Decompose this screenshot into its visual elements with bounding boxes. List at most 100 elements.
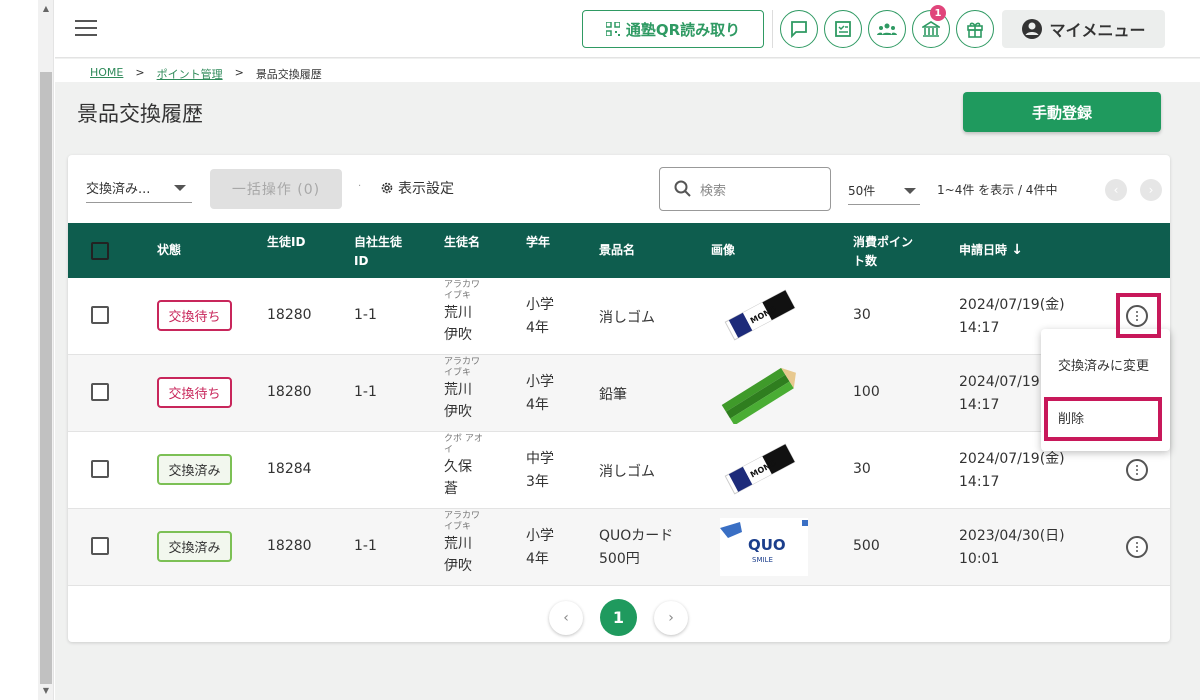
quo-card-image: QUO SMILE: [720, 518, 808, 576]
grade-cell: 小学 4年: [526, 294, 554, 340]
student-name-1: 久保: [444, 459, 472, 475]
student-kana-1: クボ アオ: [444, 434, 483, 444]
per-page-select[interactable]: 50件: [848, 177, 920, 205]
result-range-text: 1~4件 を表示 / 4件中: [937, 183, 1058, 197]
qr-code-icon: [605, 22, 620, 36]
prize-line-2: 500円: [599, 551, 640, 567]
chat-button[interactable]: [780, 10, 818, 48]
prize-line-1: 鉛筆: [599, 387, 627, 403]
student-kana-2: イブキ: [444, 368, 472, 378]
header-date-sort[interactable]: 申請日時 ↓: [959, 241, 1023, 260]
student-name-1: 荒川: [444, 536, 472, 552]
account-icon: [1022, 19, 1043, 39]
hamburger-menu-icon[interactable]: [75, 20, 97, 38]
top-bar: 通塾QR読み取り 1 マイメニュー: [55, 0, 1200, 58]
select-all-checkbox[interactable]: [91, 242, 109, 260]
row-action-menu: 交換済みに変更 削除: [1041, 329, 1170, 451]
student-name-2: 伊吹: [444, 558, 472, 574]
row-checkbox[interactable]: [91, 460, 109, 478]
prev-page-icon[interactable]: ‹: [1105, 179, 1127, 201]
breadcrumb-separator: >: [135, 66, 145, 79]
student-kana-2: イブキ: [444, 291, 472, 301]
bulk-action-button: 一括操作 (0): [210, 169, 342, 209]
header-grade: 学年: [526, 235, 551, 249]
status-filter-value: 交換済み...: [86, 182, 151, 197]
breadcrumb-points-link[interactable]: ポイント管理: [157, 66, 223, 82]
student-name-cell: アラカワ イブキ 荒川 伊吹: [444, 280, 480, 346]
student-id-cell: 18280: [267, 307, 312, 323]
header-image: 画像: [711, 243, 736, 257]
header-student-id: 生徒ID: [267, 235, 306, 249]
students-button[interactable]: [868, 10, 906, 48]
prize-name-cell: QUOカード 500円: [599, 525, 673, 571]
breadcrumb-current: 景品交換履歴: [255, 68, 322, 81]
status-badge: 交換済み: [157, 531, 232, 562]
scroll-thumb[interactable]: [40, 72, 52, 684]
breadcrumb-separator: >: [234, 66, 244, 79]
next-page-icon[interactable]: ›: [1140, 179, 1162, 201]
row-checkbox[interactable]: [91, 306, 109, 324]
student-name-cell: アラカワ イブキ 荒川 伊吹: [444, 511, 480, 577]
own-id-cell: 1-1: [354, 384, 377, 400]
grade-line-1: 小学: [526, 374, 554, 390]
status-badge: 交換待ち: [157, 300, 232, 331]
header-own-id-line1: 自社生徒: [354, 235, 403, 249]
group-icon: [877, 23, 897, 35]
student-id-cell: 18280: [267, 538, 312, 554]
prize-name-cell: 消しゴム: [599, 307, 655, 330]
header-points-line2: ト数: [853, 254, 878, 268]
pagination-prev-button[interactable]: ‹: [549, 601, 583, 635]
header-points-line1: 消費ポイン: [853, 235, 914, 249]
school-icon: [922, 21, 940, 37]
date-line-1: 2024/07/19(金): [959, 451, 1065, 467]
student-kana-1: アラカワ: [444, 280, 481, 290]
date-line-2: 10:01: [959, 551, 1000, 567]
date-cell: 2024/07/19(金) 14:17: [959, 448, 1065, 494]
menu-item-delete[interactable]: 削除: [1041, 399, 1170, 435]
manual-register-button[interactable]: 手動登録: [963, 92, 1161, 132]
student-name-cell: アラカワ イブキ 荒川 伊吹: [444, 357, 480, 423]
scroll-up-icon[interactable]: ▲: [38, 2, 54, 16]
status-filter-select[interactable]: 交換済み...: [86, 173, 192, 203]
student-name-1: 荒川: [444, 382, 472, 398]
prize-image-cell: MONO: [720, 287, 800, 347]
breadcrumb-home-link[interactable]: HOME: [90, 66, 123, 82]
points-cell: 30: [853, 307, 871, 323]
checklist-button[interactable]: [824, 10, 862, 48]
gift-button[interactable]: [956, 10, 994, 48]
pagination-next-button[interactable]: ›: [654, 601, 688, 635]
row-more-actions-icon[interactable]: [1126, 536, 1148, 558]
table-row: 交換済み 18284 クボ アオイ久保蒼 中学 3年 消しゴム MONO 30 2024/07/…: [68, 432, 1170, 509]
points-cell: 100: [853, 384, 880, 400]
my-menu-button[interactable]: マイメニュー: [1002, 10, 1165, 48]
student-kana-1: アラカワ: [444, 511, 481, 521]
scroll-down-icon[interactable]: ▼: [38, 684, 54, 698]
my-menu-label: マイメニュー: [1049, 21, 1146, 40]
student-name-cell: クボ アオイ久保蒼: [444, 434, 483, 500]
menu-item-mark-exchanged[interactable]: 交換済みに変更: [1041, 346, 1170, 382]
prize-name-cell: 消しゴム: [599, 461, 655, 484]
per-page-value: 50件: [848, 184, 876, 198]
sort-arrow-icon: ↓: [1011, 242, 1023, 258]
search-icon: [674, 180, 691, 197]
date-line-2: 14:17: [959, 397, 1000, 413]
school-button[interactable]: 1: [912, 5, 950, 48]
grade-cell: 小学 4年: [526, 371, 554, 417]
grade-cell: 小学 4年: [526, 525, 554, 571]
grade-line-2: 3年: [526, 474, 549, 490]
own-id-cell: 1-1: [354, 538, 377, 554]
row-checkbox[interactable]: [91, 383, 109, 401]
pagination-current-page[interactable]: 1: [600, 599, 637, 636]
prize-line-1: 消しゴム: [599, 310, 655, 326]
row-more-actions-icon[interactable]: [1126, 459, 1148, 481]
row-more-actions-icon[interactable]: [1126, 305, 1148, 327]
notification-badge: 1: [930, 5, 946, 21]
view-settings-button[interactable]: 表示設定: [380, 178, 454, 198]
qr-scan-button[interactable]: 通塾QR読み取り: [582, 10, 764, 48]
scrollbar[interactable]: ▲ ▼: [38, 0, 54, 700]
search-input[interactable]: 検索: [659, 167, 831, 211]
header-divider: [772, 10, 773, 48]
student-name-2: 伊吹: [444, 327, 472, 343]
row-checkbox[interactable]: [91, 537, 109, 555]
grade-line-1: 中学: [526, 451, 554, 467]
